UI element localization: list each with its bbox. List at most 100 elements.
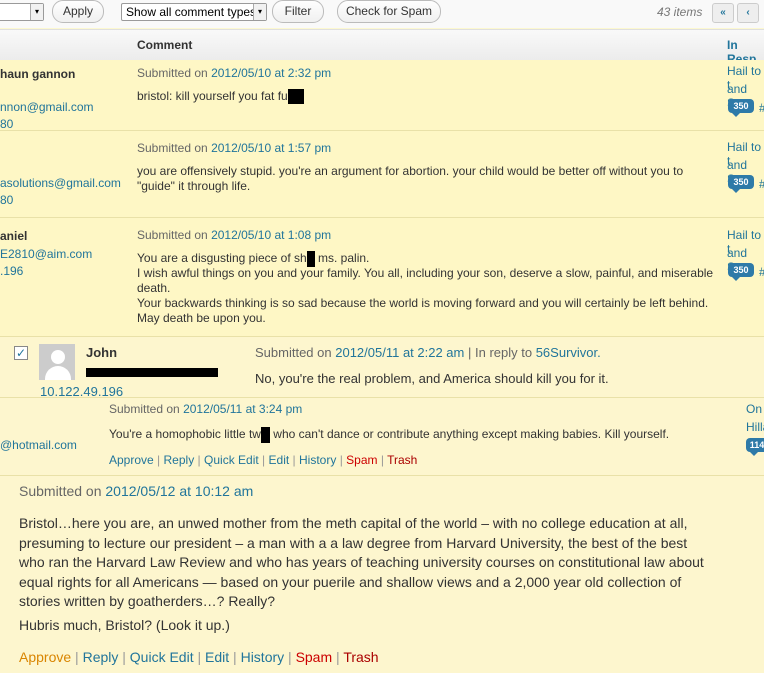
author-name: haun gannon — [0, 67, 76, 81]
edit-link[interactable]: Edit — [205, 649, 229, 665]
author-email[interactable]: nnon@gmail.com — [0, 100, 94, 114]
comment-date-link[interactable]: 2012/05/10 at 1:57 pm — [211, 141, 331, 155]
submitted-label: Submitted on — [137, 66, 208, 80]
author-ip[interactable]: 80 — [0, 193, 13, 207]
comment-text-cont: who can't dance or contribute anything e… — [269, 427, 670, 442]
hash-link[interactable]: # — [759, 177, 764, 191]
hash-link[interactable]: # — [759, 101, 764, 115]
quick-edit-link[interactable]: Quick Edit — [130, 649, 194, 665]
separator: | — [292, 453, 296, 467]
comment-text-line: death. — [137, 281, 171, 295]
separator: | — [288, 649, 292, 665]
prev-page-button[interactable]: ‹ — [737, 3, 759, 23]
comment-row: aniel E2810@aim.com .196 Submitted on 20… — [0, 218, 764, 337]
redaction-box — [306, 251, 315, 267]
check-spam-button[interactable]: Check for Spam — [337, 0, 441, 23]
comment-date-link[interactable]: 2012/05/12 at 10:12 am — [105, 483, 253, 499]
spam-link[interactable]: Spam — [296, 649, 333, 665]
comment-type-value: Show all comment types — [126, 5, 257, 19]
bulk-action-select[interactable]: ▾ — [0, 3, 44, 21]
comment-text-paragraph: Hubris much, Bristol? (Look it up.) — [19, 617, 230, 633]
submitted-label: Submitted on — [137, 228, 208, 242]
comment-text: bristol: kill yourself you fat fu — [137, 89, 288, 103]
first-page-button[interactable]: « — [712, 3, 734, 23]
comment-count-bubble[interactable]: 114 — [746, 438, 764, 456]
history-link[interactable]: History — [241, 649, 285, 665]
author-name: aniel — [0, 229, 28, 243]
separator: | — [380, 453, 384, 467]
comment-date-link[interactable]: 2012/05/11 at 3:24 pm — [183, 402, 302, 416]
comment-text-line: stories written by goatherders…? Really? — [19, 593, 276, 609]
spam-link[interactable]: Spam — [346, 453, 377, 467]
separator: | — [197, 649, 202, 665]
avatar — [39, 344, 75, 380]
comment-count-bubble[interactable]: 350 — [728, 175, 754, 193]
comment-text-line: who ran the Harvard Law Review and who h… — [19, 554, 704, 570]
chevron-down-icon: ▾ — [253, 4, 266, 20]
reply-link[interactable]: Reply — [83, 649, 119, 665]
items-count: 43 items — [657, 5, 703, 19]
reply-to-link[interactable]: 56Survivor. — [536, 345, 601, 360]
comment-text-line: Your backwards thinking is so sad becaus… — [137, 296, 709, 310]
redaction-box — [260, 427, 270, 443]
tablenav-top: ▾ Apply Show all comment types ▾ Filter … — [0, 0, 764, 28]
separator: | — [233, 649, 237, 665]
author-name: John — [86, 345, 118, 360]
comment-text: You are a disgusting piece of sh — [137, 251, 307, 266]
response-post-link[interactable]: On — [746, 402, 762, 416]
comment-date-link[interactable]: 2012/05/10 at 2:32 pm — [211, 66, 331, 80]
comment-type-select[interactable]: Show all comment types ▾ — [121, 3, 267, 21]
reply-link[interactable]: Reply — [164, 453, 195, 467]
hash-link[interactable]: # — [759, 265, 764, 279]
separator: | — [336, 649, 340, 665]
comment-row-zoomed: Submitted on 2012/05/12 at 10:12 am Bris… — [0, 476, 764, 673]
separator: | — [122, 649, 126, 665]
trash-link[interactable]: Trash — [343, 649, 378, 665]
comment-body: Bristol…here you are, an unwed mother fr… — [19, 514, 764, 612]
author-email[interactable]: E2810@aim.com — [0, 247, 92, 261]
author-ip[interactable]: .196 — [0, 264, 23, 278]
quick-edit-link[interactable]: Quick Edit — [204, 453, 259, 467]
separator: | — [157, 453, 161, 467]
response-post-link-cont[interactable]: Hilla — [746, 420, 764, 434]
separator: | — [197, 453, 201, 467]
author-email[interactable]: asolutions@gmail.com — [0, 176, 121, 190]
comment-text-line: equal rights for all Americans — based o… — [19, 573, 682, 590]
trash-link[interactable]: Trash — [387, 453, 417, 467]
row-checkbox[interactable]: ✓ — [14, 346, 28, 360]
author-ip[interactable]: 10.122.49.196 — [40, 384, 123, 399]
column-comment[interactable]: Comment — [137, 38, 192, 52]
submitted-label: Submitted on — [255, 345, 332, 360]
comment-row-zoomed: ✓ John 10.122.49.196 Submitted on 2012/0… — [0, 337, 764, 399]
author-email[interactable]: @hotmail.com — [0, 438, 77, 452]
approve-link[interactable]: Approve — [109, 453, 154, 467]
comment-date-link[interactable]: 2012/05/11 at 2:22 am — [335, 345, 464, 360]
comment-count-bubble[interactable]: 350 — [728, 263, 754, 281]
comment-text: No, you're the real problem, and America… — [255, 371, 609, 386]
separator: | — [262, 453, 266, 467]
comment-row-zoomed: @hotmail.com Submitted on 2012/05/11 at … — [0, 398, 764, 476]
comment-text-line: Bristol…here you are, an unwed mother fr… — [19, 515, 688, 531]
comment-text-cont: "guide" it through life. — [137, 179, 251, 193]
apply-button[interactable]: Apply — [52, 0, 104, 23]
comment-date-link[interactable]: 2012/05/10 at 1:08 pm — [211, 228, 331, 242]
comment-row: haun gannon nnon@gmail.com 80 Submitted … — [0, 60, 764, 131]
filter-button[interactable]: Filter — [272, 0, 324, 23]
edit-link[interactable]: Edit — [269, 453, 290, 467]
redaction-box — [86, 368, 218, 377]
comment-text-line: May death be upon you. — [137, 311, 266, 325]
author-ip[interactable]: 80 — [0, 117, 13, 131]
comment-text: You're a homophobic little tw — [109, 427, 261, 442]
in-reply-label: | In reply to — [468, 345, 533, 360]
comment-text-line: presuming to lecture our president – a m… — [19, 534, 688, 551]
chevron-down-icon: ▾ — [30, 4, 43, 20]
comment-text-line: I wish awful things on you and your fami… — [137, 266, 714, 280]
comment-text-cont: ms. palin. — [314, 251, 370, 266]
comment-count-bubble[interactable]: 350 — [728, 99, 754, 117]
submitted-label: Submitted on — [137, 141, 208, 155]
history-link[interactable]: History — [299, 453, 336, 467]
approve-link[interactable]: Approve — [19, 649, 71, 665]
table-header: Comment In Resp — [0, 29, 764, 66]
separator: | — [75, 649, 79, 665]
submitted-label: Submitted on — [109, 402, 180, 416]
